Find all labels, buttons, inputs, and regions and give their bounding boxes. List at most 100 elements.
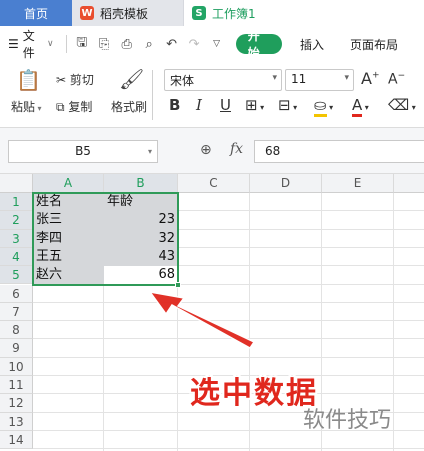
column-header[interactable]: E bbox=[322, 174, 394, 193]
formula-bar: B5 ▾ ⊕ fx 68 bbox=[0, 128, 424, 174]
tab-docer-templates[interactable]: W 稻壳模板 bbox=[72, 0, 184, 26]
print-preview-icon[interactable]: ⌕ bbox=[140, 37, 158, 52]
column-header[interactable] bbox=[394, 174, 424, 193]
copy-icon: ⧉ bbox=[56, 100, 69, 114]
row-header[interactable]: 11 bbox=[0, 376, 33, 395]
chevron-down-icon: ▾ bbox=[272, 73, 277, 83]
select-all-corner[interactable] bbox=[0, 174, 33, 193]
docer-logo-icon: W bbox=[80, 6, 94, 20]
format-painter-icon[interactable]: 🖌 bbox=[119, 67, 144, 91]
tab-start[interactable]: 开始 bbox=[235, 29, 282, 60]
redo-icon[interactable]: ↷ bbox=[185, 37, 203, 52]
minus-icon: − bbox=[397, 71, 406, 81]
row-header[interactable]: 7 bbox=[0, 302, 33, 322]
copy-button[interactable]: ⧉ 复制 bbox=[56, 98, 92, 115]
ribbon-toolbar: 📋 粘贴 ▾ ✂ 剪切 ⧉ 复制 🖌 格式刷 宋体 ▾ 11 ▾ A+ A− B… bbox=[0, 62, 424, 128]
paste-label: 粘贴 bbox=[11, 100, 36, 114]
spreadsheet-window: 首页 W 稻壳模板 S 工作簿1 ☰ 文件 ∨ 🖫 ⎘ ⎙ ⌕ ↶ ↷ ▽ 开始… bbox=[0, 0, 424, 451]
menu-bar: ☰ 文件 ∨ 🖫 ⎘ ⎙ ⌕ ↶ ↷ ▽ 开始 插入 页面布局 bbox=[0, 26, 424, 62]
chevron-down-icon: ▾ bbox=[362, 103, 369, 112]
hamburger-icon: ☰ bbox=[8, 37, 19, 51]
italic-button[interactable]: I bbox=[196, 96, 202, 114]
shrink-font-button[interactable]: A− bbox=[388, 71, 405, 88]
selection-border bbox=[32, 192, 179, 286]
row-header[interactable]: 12 bbox=[0, 394, 33, 413]
row-header[interactable]: 4 bbox=[0, 247, 33, 267]
grid-row-line bbox=[33, 301, 424, 303]
row-header[interactable]: 5 bbox=[0, 266, 33, 285]
print-icon[interactable]: ⎙ bbox=[117, 37, 135, 52]
column-header[interactable]: A bbox=[33, 174, 104, 193]
tab-workbook[interactable]: S 工作簿1 bbox=[184, 0, 424, 26]
name-box[interactable]: B5 ▾ bbox=[8, 140, 158, 163]
file-menu-label: 文件 bbox=[22, 29, 35, 60]
chevron-down-icon: ▾ bbox=[344, 73, 349, 83]
row-header[interactable]: 14 bbox=[0, 430, 33, 450]
paste-icon[interactable]: 📋 bbox=[16, 68, 41, 92]
chevron-down-icon: ▾ bbox=[326, 103, 334, 112]
grow-font-button[interactable]: A+ bbox=[361, 69, 380, 88]
shrink-font-glyph: A bbox=[388, 71, 398, 88]
grid-row-line bbox=[33, 356, 424, 358]
row-header[interactable]: 3 bbox=[0, 229, 33, 248]
grid-row-line bbox=[33, 448, 424, 450]
chevron-down-icon: ▾ bbox=[409, 103, 416, 112]
font-color-glyph: A bbox=[352, 96, 363, 117]
undo-icon[interactable]: ↶ bbox=[162, 37, 180, 52]
grow-font-glyph: A bbox=[361, 69, 372, 88]
tab-workbook-label: 工作簿1 bbox=[212, 6, 256, 21]
fill-color-icon[interactable]: ⛀ ▾ bbox=[314, 96, 334, 117]
row-header[interactable]: 9 bbox=[0, 339, 33, 358]
row-header[interactable]: 8 bbox=[0, 321, 33, 340]
paste-button[interactable]: 粘贴 ▾ bbox=[11, 98, 42, 115]
export-icon[interactable]: ⎘ bbox=[95, 37, 113, 52]
spreadsheet-logo-icon: S bbox=[192, 6, 206, 20]
file-menu[interactable]: ☰ 文件 ∨ bbox=[8, 27, 54, 61]
row-header[interactable]: 6 bbox=[0, 284, 33, 303]
divider bbox=[65, 35, 67, 53]
scissors-icon: ✂ bbox=[56, 73, 70, 87]
grid-column-line bbox=[393, 193, 394, 451]
row-header[interactable]: 1 bbox=[0, 193, 33, 212]
divider bbox=[152, 70, 153, 120]
format-painter-button[interactable]: 格式刷 bbox=[111, 98, 147, 115]
tab-home[interactable]: 首页 bbox=[0, 0, 72, 26]
watermark-text: 软件技巧 bbox=[303, 408, 392, 433]
fill-handle[interactable] bbox=[175, 281, 181, 288]
tab-insert[interactable]: 插入 bbox=[300, 36, 324, 53]
bold-button[interactable]: B bbox=[169, 96, 180, 114]
underline-button[interactable]: U bbox=[220, 96, 231, 114]
tab-docer-label: 稻壳模板 bbox=[100, 6, 149, 21]
tab-page-layout[interactable]: 页面布局 bbox=[350, 36, 398, 53]
copy-label: 复制 bbox=[68, 100, 93, 114]
grid-row-line bbox=[33, 338, 424, 340]
formula-input[interactable]: 68 bbox=[254, 140, 424, 163]
cut-button[interactable]: ✂ 剪切 bbox=[56, 71, 94, 88]
grid-column-line bbox=[249, 193, 250, 451]
font-color-button[interactable]: A ▾ bbox=[352, 96, 369, 117]
column-header[interactable]: D bbox=[250, 174, 322, 193]
chevron-down-icon: ▾ bbox=[257, 103, 265, 112]
row-header[interactable]: 2 bbox=[0, 211, 33, 230]
clear-eraser-icon[interactable]: ⌫ ▾ bbox=[388, 96, 416, 114]
customize-dropdown-icon[interactable]: ▽ bbox=[207, 39, 225, 49]
tab-bar: 首页 W 稻壳模板 S 工作簿1 bbox=[0, 0, 424, 26]
border-icon[interactable]: ⊞ ▾ bbox=[245, 96, 264, 114]
save-icon[interactable]: 🖫 bbox=[73, 33, 91, 55]
chevron-down-icon: ▾ bbox=[35, 104, 42, 113]
chevron-down-icon: ▾ bbox=[290, 103, 298, 112]
font-size-select[interactable]: 11 ▾ bbox=[285, 69, 354, 91]
chevron-down-icon: ▾ bbox=[147, 147, 152, 156]
row-header[interactable]: 13 bbox=[0, 412, 33, 431]
paint-bucket-icon: ⛀ bbox=[314, 96, 327, 117]
row-header[interactable]: 10 bbox=[0, 357, 33, 376]
annotation-text: 选中数据 bbox=[190, 376, 318, 411]
insert-function-button[interactable]: fx bbox=[230, 141, 243, 157]
column-header[interactable]: B bbox=[104, 174, 178, 193]
merge-cells-icon[interactable]: ⊟ ▾ bbox=[278, 96, 297, 114]
grid-row-line bbox=[33, 320, 424, 322]
zoom-icon[interactable]: ⊕ bbox=[200, 142, 212, 158]
column-header[interactable]: C bbox=[178, 174, 250, 193]
font-name-select[interactable]: 宋体 ▾ bbox=[164, 69, 282, 91]
chevron-down-icon: ∨ bbox=[47, 39, 54, 49]
